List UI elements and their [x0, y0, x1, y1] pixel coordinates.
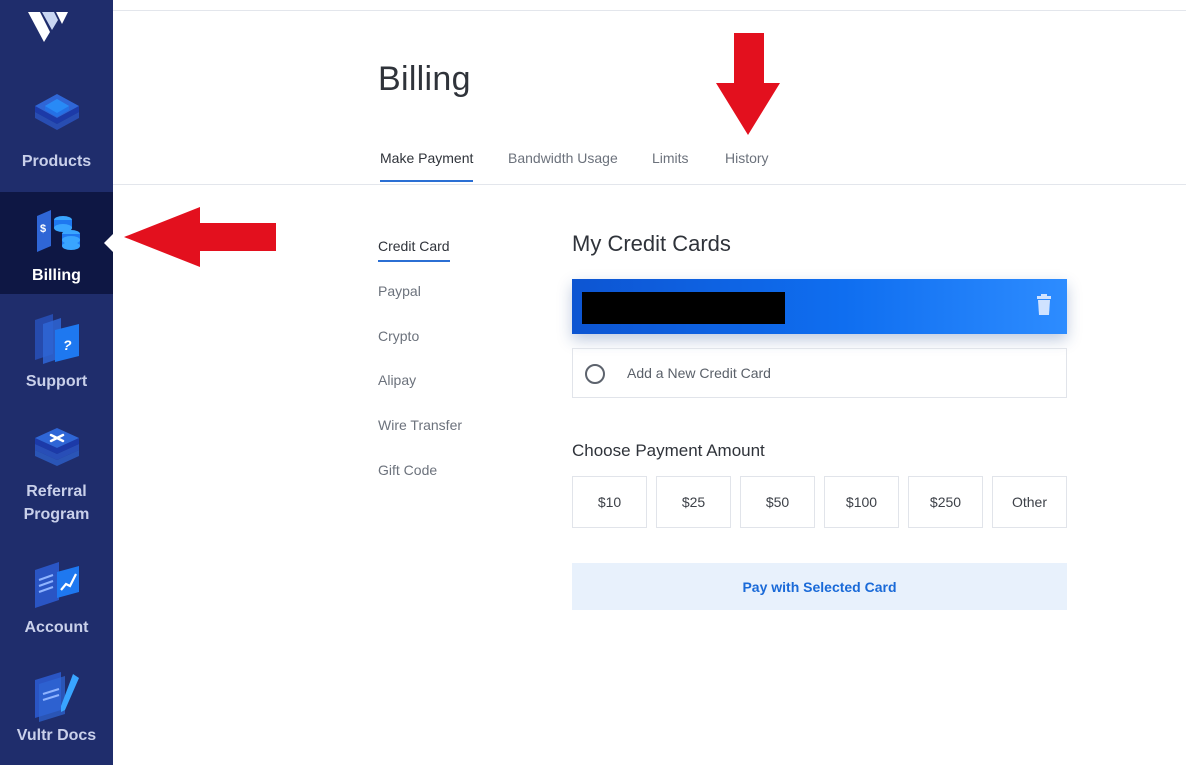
sidebar: Products $ Billing ? Support Referral Pr…: [0, 0, 113, 765]
amount-other-button[interactable]: Other: [992, 476, 1067, 528]
account-icon: [34, 562, 79, 608]
page-title: Billing: [378, 60, 471, 98]
radio-button[interactable]: [585, 364, 605, 384]
active-indicator: [104, 234, 113, 252]
amount-button[interactable]: $100: [824, 476, 899, 528]
sidebar-item-label: Support: [25, 373, 88, 390]
sidebar-item-vultr-docs[interactable]: Vultr Docs: [0, 666, 113, 756]
amount-button[interactable]: $25: [656, 476, 731, 528]
tab-limits[interactable]: Limits: [652, 150, 689, 180]
amount-button[interactable]: $250: [908, 476, 983, 528]
sidebar-item-billing[interactable]: $ Billing: [0, 192, 113, 294]
redacted-card-number: [582, 292, 785, 324]
sidebar-item-support[interactable]: ? Support: [0, 310, 113, 400]
sidebar-item-label: Billing: [32, 267, 81, 284]
payment-amount-heading: Choose Payment Amount: [572, 441, 765, 460]
svg-text:?: ?: [63, 337, 72, 353]
payment-method-paypal[interactable]: Paypal: [378, 283, 421, 299]
sidebar-item-referral-program[interactable]: Referral Program: [0, 422, 113, 532]
billing-icon: $: [36, 210, 80, 252]
add-card-label: Add a New Credit Card: [627, 365, 771, 381]
payment-method-crypto[interactable]: Crypto: [378, 328, 419, 344]
pay-with-selected-card-button[interactable]: Pay with Selected Card: [572, 563, 1067, 610]
sidebar-item-label: Products: [21, 153, 92, 170]
referral-icon: [34, 428, 79, 466]
sidebar-item-products[interactable]: Products: [0, 88, 113, 183]
sidebar-item-label: Vultr Docs: [16, 727, 97, 744]
tab-bandwidth-usage[interactable]: Bandwidth Usage: [508, 150, 618, 180]
sidebar-item-label: Referral Program: [23, 483, 90, 523]
tab-make-payment[interactable]: Make Payment: [380, 150, 474, 182]
amount-button[interactable]: $50: [740, 476, 815, 528]
sidebar-item-label: Account: [24, 619, 89, 636]
tab-history[interactable]: History: [725, 150, 769, 180]
payment-method-gift-code[interactable]: Gift Code: [378, 462, 437, 478]
sidebar-item-account[interactable]: Account: [0, 556, 113, 646]
tabs-divider: [113, 184, 1186, 185]
support-icon: ?: [34, 314, 79, 364]
vultr-logo[interactable]: [28, 10, 68, 44]
payment-method-credit-card[interactable]: Credit Card: [378, 238, 450, 262]
credit-cards-heading: My Credit Cards: [572, 231, 731, 256]
svg-text:$: $: [40, 223, 46, 235]
add-new-credit-card-option[interactable]: Add a New Credit Card: [572, 348, 1067, 398]
docs-icon: [34, 672, 79, 722]
saved-credit-card[interactable]: [572, 279, 1067, 334]
amount-button[interactable]: $10: [572, 476, 647, 528]
arrow-left-annotation-icon: [124, 207, 276, 267]
products-icon: [34, 94, 79, 130]
arrow-down-annotation-icon: [716, 33, 780, 135]
trash-icon[interactable]: [1035, 294, 1053, 316]
payment-method-alipay[interactable]: Alipay: [378, 372, 416, 388]
payment-method-wire-transfer[interactable]: Wire Transfer: [378, 417, 462, 433]
header-divider: [113, 10, 1186, 11]
